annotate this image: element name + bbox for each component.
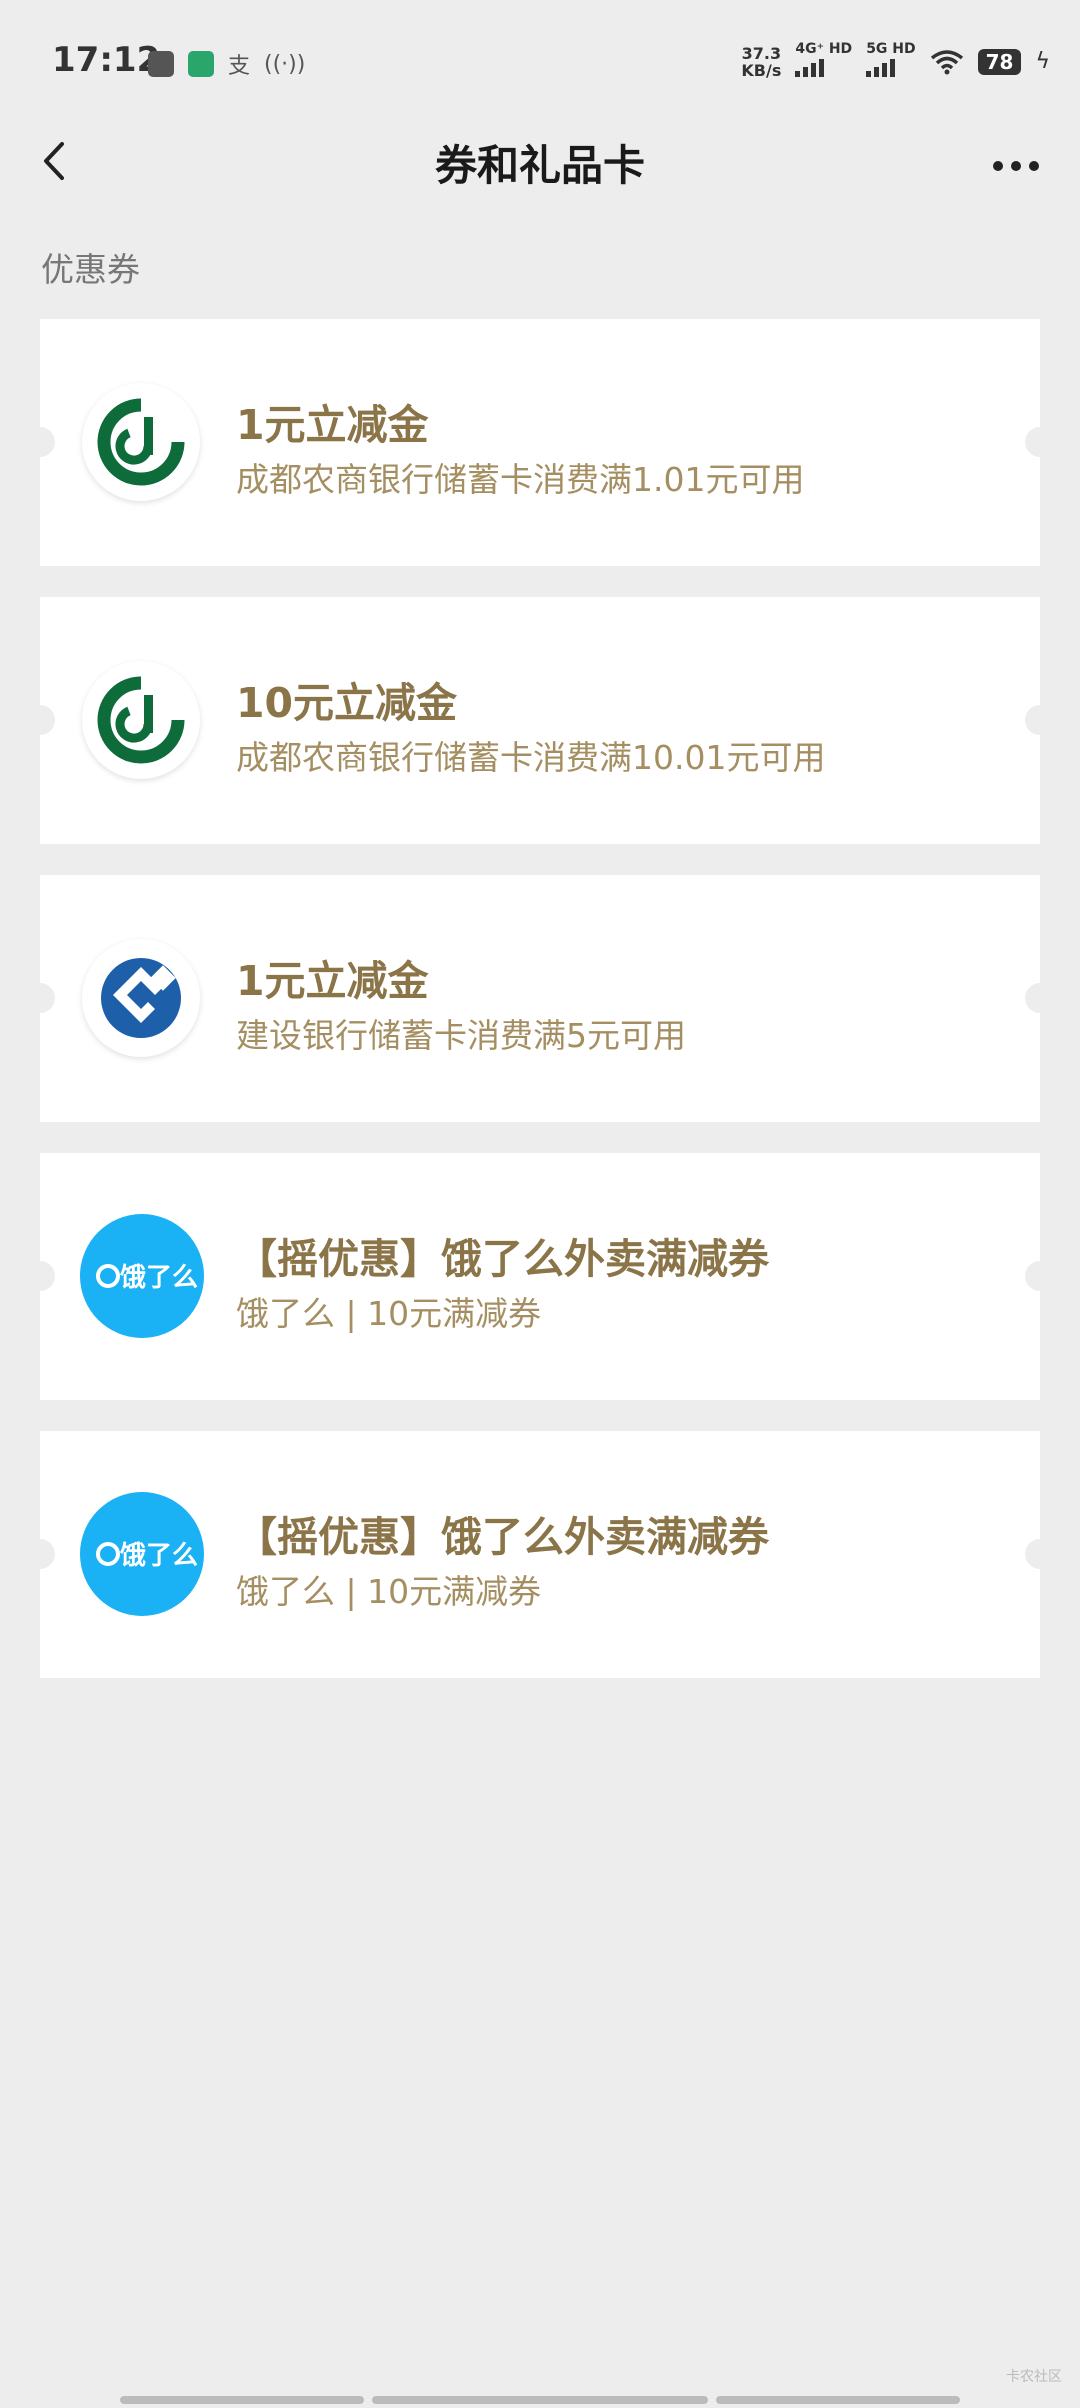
ticket-notch <box>1025 1539 1055 1569</box>
network-5g: 5G HD <box>866 41 916 81</box>
chengdu-rural-bank-logo <box>82 661 200 779</box>
speed-unit: KB/s <box>741 60 782 80</box>
ticket-notch <box>25 705 55 735</box>
chengdu-rural-bank-logo <box>82 383 200 501</box>
coupon-title: 【摇优惠】饿了么外卖满减券 <box>236 1235 769 1283</box>
coupon-title: 10元立减金 <box>236 679 458 727</box>
eleme-logo: 饿了么 <box>80 1492 204 1616</box>
nav-bar: 券和礼品卡 <box>0 120 1080 200</box>
more-button[interactable] <box>980 130 1060 190</box>
wifi-icon <box>930 49 963 74</box>
coupon-desc: 饿了么 | 10元满减券 <box>236 1572 542 1611</box>
coupons-page: 17:12 支 ((·)) 37.3 KB/s 4G⁺ HD 5G HD 78 … <box>0 0 1080 2408</box>
notification-icons: 支 ((·)) <box>148 48 305 80</box>
coupon-list: 1元立减金 成都农商银行储蓄卡消费满1.01元可用 10元立减金 成都农商银行储… <box>25 319 1055 1709</box>
signal-bars-icon <box>795 57 825 77</box>
coupon-title: 1元立减金 <box>236 957 429 1005</box>
watermark: 卡农社区 <box>1006 2369 1062 2385</box>
ticket-notch <box>1025 705 1055 735</box>
more-icon <box>993 161 1039 171</box>
network-speed: 37.3 KB/s <box>741 45 781 79</box>
network-4g: 4G⁺ HD <box>795 42 852 81</box>
status-bar: 17:12 支 ((·)) 37.3 KB/s 4G⁺ HD 5G HD 78 … <box>0 0 1080 120</box>
coupon-desc: 建设银行储蓄卡消费满5元可用 <box>236 1016 686 1055</box>
ticket-notch <box>25 983 55 1013</box>
nfc-icon: ((·)) <box>264 51 306 77</box>
signal-bars-icon <box>866 57 896 77</box>
status-time: 17:12 <box>52 40 161 80</box>
network-4g-label: 4G⁺ HD <box>795 41 853 57</box>
app-notification-icon <box>148 51 174 77</box>
coupon-card[interactable]: 饿了么 【摇优惠】饿了么外卖满减券 饿了么 | 10元满减券 <box>25 1431 1055 1678</box>
ticket-notch <box>25 1261 55 1291</box>
charging-icon: ϟ <box>1035 49 1050 74</box>
section-label-coupons: 优惠券 <box>41 250 140 289</box>
status-right: 37.3 KB/s 4G⁺ HD 5G HD 78 ϟ <box>741 42 1050 81</box>
coupon-desc: 饿了么 | 10元满减券 <box>236 1294 542 1333</box>
coupon-desc: 成都农商银行储蓄卡消费满1.01元可用 <box>236 460 805 499</box>
ticket-notch <box>1025 1261 1055 1291</box>
coupon-card[interactable]: 饿了么 【摇优惠】饿了么外卖满减券 饿了么 | 10元满减券 <box>25 1153 1055 1400</box>
alipay-notification-icon: 支 <box>228 54 251 79</box>
ticket-notch <box>1025 983 1055 1013</box>
svg-text:饿了么: 饿了么 <box>119 1263 198 1293</box>
speed-value: 37.3 <box>741 43 782 63</box>
home-indicator[interactable] <box>120 2396 960 2404</box>
green-app-notification-icon <box>188 51 214 77</box>
coupon-card[interactable]: 10元立减金 成都农商银行储蓄卡消费满10.01元可用 <box>25 597 1055 844</box>
coupon-title: 【摇优惠】饿了么外卖满减券 <box>236 1513 769 1561</box>
ticket-notch <box>25 1539 55 1569</box>
coupon-title: 1元立减金 <box>236 401 429 449</box>
ticket-notch <box>25 427 55 457</box>
coupon-card[interactable]: 1元立减金 建设银行储蓄卡消费满5元可用 <box>25 875 1055 1122</box>
ticket-notch <box>1025 427 1055 457</box>
svg-text:饿了么: 饿了么 <box>119 1541 198 1571</box>
page-title: 券和礼品卡 <box>434 141 645 190</box>
coupon-card[interactable]: 1元立减金 成都农商银行储蓄卡消费满1.01元可用 <box>25 319 1055 566</box>
coupon-desc: 成都农商银行储蓄卡消费满10.01元可用 <box>236 738 826 777</box>
battery-icon: 78 <box>977 48 1022 75</box>
ccb-logo <box>82 939 200 1057</box>
network-5g-label: 5G HD <box>866 41 916 57</box>
eleme-logo: 饿了么 <box>80 1214 204 1338</box>
